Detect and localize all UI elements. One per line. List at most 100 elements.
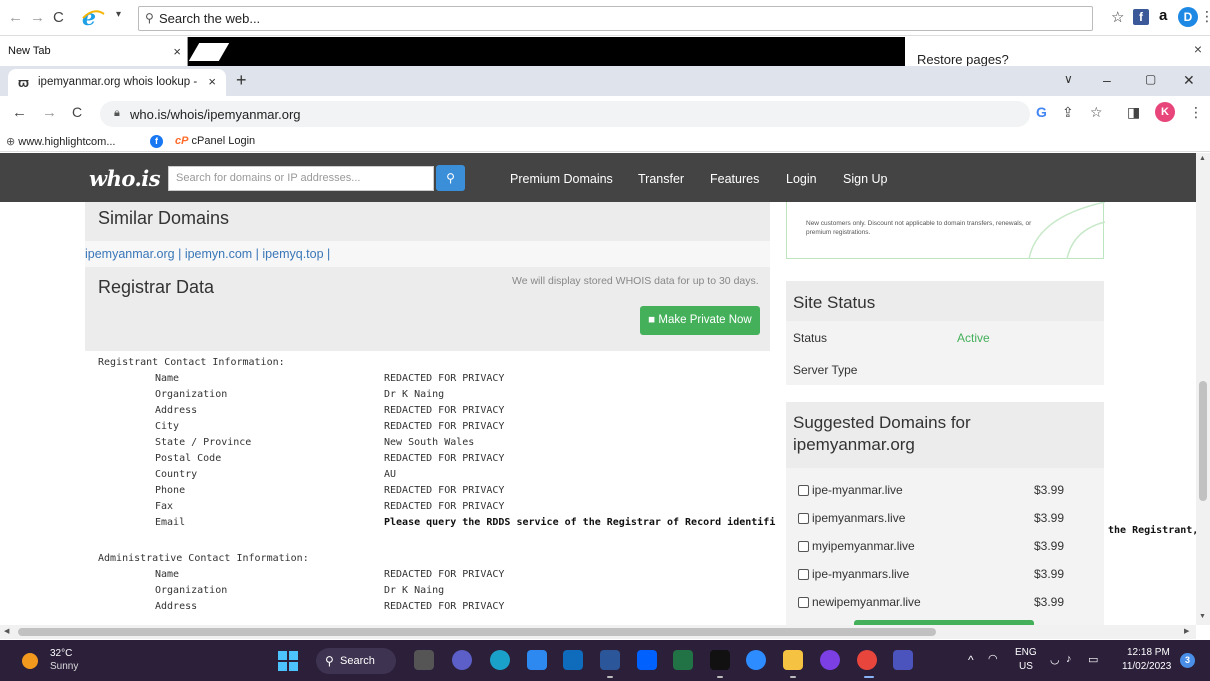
tab-search-chevron-icon[interactable]: ∨ xyxy=(1064,72,1073,86)
make-private-button[interactable]: ■ Make Private Now xyxy=(640,306,760,335)
domain-checkbox[interactable] xyxy=(798,569,809,580)
suggested-domain-row[interactable]: myipemyanmar.live $3.99 xyxy=(796,538,1086,560)
domain-checkbox[interactable] xyxy=(798,513,809,524)
facebook-bookmark-icon[interactable]: f xyxy=(150,135,163,148)
reload-icon[interactable]: C xyxy=(53,9,64,26)
close-icon[interactable]: × xyxy=(1194,41,1202,57)
teams-icon[interactable] xyxy=(893,650,913,670)
amazon-icon[interactable]: a xyxy=(1159,7,1167,24)
forward-icon[interactable]: → xyxy=(30,9,45,26)
legacy-new-tab[interactable]: New Tab × xyxy=(0,37,188,66)
domain-checkbox[interactable] xyxy=(798,597,809,608)
domain-checkbox[interactable] xyxy=(798,541,809,552)
scroll-up-icon[interactable]: ▲ xyxy=(1199,155,1206,162)
chrome-menu-icon[interactable]: ⋮ xyxy=(1189,104,1203,121)
tab-whois-lookup[interactable]: ϖ ipemyanmar.org whois lookup - × xyxy=(8,69,226,96)
nav-features[interactable]: Features xyxy=(710,172,759,186)
zoom-icon[interactable] xyxy=(746,650,766,670)
nav-sign-up[interactable]: Sign Up xyxy=(843,172,887,186)
weather-temp[interactable]: 32°C xyxy=(50,648,72,659)
minimize-icon[interactable]: – xyxy=(1103,72,1111,88)
app-s-icon[interactable] xyxy=(710,650,730,670)
mail-icon[interactable] xyxy=(563,650,583,670)
file-explorer-icon[interactable] xyxy=(783,650,803,670)
vertical-scrollbar[interactable]: ▲ ▼ xyxy=(1196,153,1210,625)
back-icon[interactable]: ← xyxy=(8,9,23,26)
nav-login[interactable]: Login xyxy=(786,172,817,186)
whois-search-input[interactable]: Search for domains or IP addresses... xyxy=(168,166,434,191)
outer-search-input[interactable]: ⚲ Search the web... xyxy=(138,6,1093,31)
close-icon[interactable]: × xyxy=(173,44,181,59)
bookmark-cpanel[interactable]: cP cPanel Login xyxy=(175,135,255,147)
suggested-domain-row[interactable]: newipemyanmar.live $3.99 xyxy=(796,594,1086,616)
volume-icon[interactable]: ♪ xyxy=(1066,653,1072,665)
similar-domain-link[interactable]: ipemyanmar.org | ipemyn.com | ipemyq.top… xyxy=(85,247,330,261)
horizontal-scrollbar[interactable]: ◀ ▶ xyxy=(0,625,1196,639)
wifi-icon[interactable]: ◡ xyxy=(1050,653,1060,666)
horizontal-scroll-thumb[interactable] xyxy=(18,628,936,636)
extension-d-icon[interactable]: D xyxy=(1178,7,1198,27)
back-icon[interactable]: ← xyxy=(12,104,27,121)
status-value: Active xyxy=(957,331,990,345)
scroll-left-icon[interactable]: ◀ xyxy=(4,627,9,635)
close-window-icon[interactable]: ✕ xyxy=(1183,72,1195,89)
google-translate-icon[interactable]: G xyxy=(1036,104,1047,120)
address-bar[interactable]: 🔒︎ who.is/whois/ipemyanmar.org xyxy=(100,101,1030,127)
nav-premium-domains[interactable]: Premium Domains xyxy=(510,172,613,186)
word-running-indicator xyxy=(607,676,613,678)
domain-checkbox[interactable] xyxy=(798,485,809,496)
notification-badge[interactable]: 3 xyxy=(1180,653,1195,668)
reload-icon[interactable]: C xyxy=(72,104,82,120)
scroll-right-icon[interactable]: ▶ xyxy=(1184,627,1189,635)
side-panel-icon[interactable]: ◨ xyxy=(1127,104,1140,121)
outer-search-placeholder: Search the web... xyxy=(159,11,261,26)
ie-dropdown-icon[interactable]: ▾ xyxy=(116,9,121,20)
similar-domains-title: Similar Domains xyxy=(98,208,230,228)
clock-time[interactable]: 12:18 PM xyxy=(1127,647,1170,658)
tray-chevron-icon[interactable]: ^ xyxy=(968,653,974,667)
start-button[interactable] xyxy=(278,651,298,671)
whois-logo[interactable]: who.is xyxy=(89,166,161,191)
page-viewport: who.is Search for domains or IP addresse… xyxy=(0,153,1196,625)
word-icon[interactable] xyxy=(600,650,620,670)
tray-network-icon[interactable]: ◠ xyxy=(988,652,998,665)
suggested-domain-row[interactable]: ipemyanmars.live $3.99 xyxy=(796,510,1086,532)
share-icon[interactable]: ⇪ xyxy=(1062,104,1074,121)
close-tab-icon[interactable]: × xyxy=(208,74,216,89)
clock-date[interactable]: 11/02/2023 xyxy=(1122,661,1171,672)
whois-search-button[interactable]: ⚲ xyxy=(436,165,465,191)
chrome-icon[interactable] xyxy=(857,650,877,670)
bookmark-highlightcom[interactable]: ⊕ www.highlightcom... xyxy=(6,135,116,148)
field-value: REDACTED FOR PRIVACY xyxy=(384,405,505,416)
task-view-icon[interactable] xyxy=(414,650,434,670)
teams-chat-icon[interactable] xyxy=(452,650,472,670)
suggested-domain-row[interactable]: ipe-myanmar.live $3.99 xyxy=(796,482,1086,504)
excel-icon[interactable] xyxy=(673,650,693,670)
suggested-domain-row[interactable]: ipe-myanmars.live $3.99 xyxy=(796,566,1086,588)
language-region[interactable]: US xyxy=(1019,661,1033,672)
taskbar-search[interactable]: ⚲ Search xyxy=(316,648,396,674)
restore-window-icon[interactable]: ▢ xyxy=(1145,72,1156,86)
vertical-scroll-thumb[interactable] xyxy=(1199,381,1207,501)
store-icon[interactable] xyxy=(527,650,547,670)
forward-icon[interactable]: → xyxy=(42,104,57,121)
lock-icon[interactable]: 🔒︎ xyxy=(114,107,120,120)
new-tab-button[interactable]: + xyxy=(236,70,247,91)
dropbox-icon[interactable] xyxy=(637,650,657,670)
favorite-star-icon[interactable]: ☆ xyxy=(1111,8,1124,26)
profile-avatar[interactable]: K xyxy=(1155,102,1175,122)
battery-icon[interactable]: ▭ xyxy=(1088,653,1098,666)
scroll-down-icon[interactable]: ▼ xyxy=(1199,613,1206,620)
more-menu-icon[interactable]: ⋮ xyxy=(1200,8,1210,25)
app-circle-icon[interactable] xyxy=(820,650,840,670)
weather-sun-icon[interactable] xyxy=(22,653,38,669)
weather-desc[interactable]: Sunny xyxy=(50,661,78,672)
edge-icon[interactable] xyxy=(490,650,510,670)
ie-logo-icon[interactable]: e xyxy=(80,5,108,31)
legacy-add-tab-button[interactable] xyxy=(188,43,230,61)
nav-transfer[interactable]: Transfer xyxy=(638,172,684,186)
search-icon: ⚲ xyxy=(446,171,455,185)
language-indicator[interactable]: ENG xyxy=(1015,647,1037,658)
bookmark-star-icon[interactable]: ☆ xyxy=(1090,104,1103,121)
facebook-icon[interactable]: f xyxy=(1133,9,1149,25)
